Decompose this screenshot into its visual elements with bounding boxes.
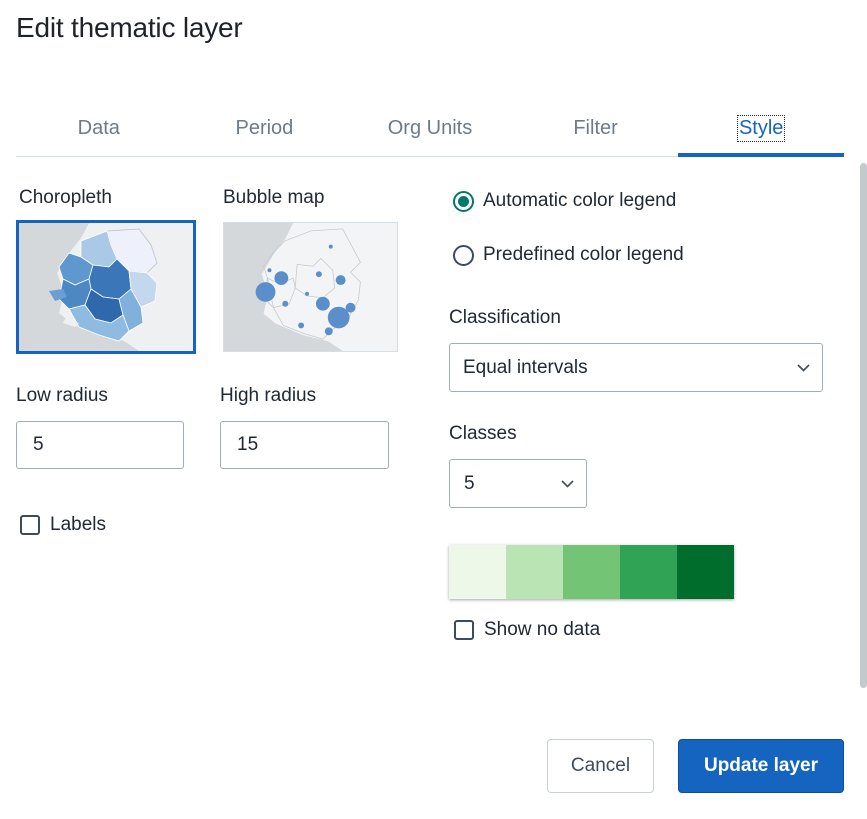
chevron-down-icon: [796, 361, 810, 375]
tab-data-label: Data: [77, 116, 120, 139]
bubble-map-image: [224, 223, 397, 351]
color-scale[interactable]: [449, 545, 734, 599]
tab-filter[interactable]: Filter: [513, 100, 679, 156]
show-no-data-checkbox[interactable]: [454, 620, 474, 640]
classification-label: Classification: [449, 307, 561, 328]
labels-checkbox-label: Labels: [50, 514, 106, 535]
automatic-legend-radio[interactable]: [453, 190, 474, 212]
high-radius-input[interactable]: 15: [220, 421, 389, 469]
dialog-title: Edit thematic layer: [16, 12, 243, 43]
update-layer-button[interactable]: Update layer: [678, 739, 844, 793]
predefined-legend-radio[interactable]: [453, 244, 474, 266]
predefined-legend-label: Predefined color legend: [483, 244, 684, 265]
tab-style-label: Style: [736, 114, 786, 142]
labels-checkbox-row[interactable]: Labels: [20, 514, 106, 536]
predefined-legend-option[interactable]: Predefined color legend: [453, 244, 684, 266]
choropleth-map-image: [19, 223, 193, 351]
choropleth-label: Choropleth: [19, 187, 112, 208]
bubble-map-label: Bubble map: [223, 187, 325, 208]
show-no-data-label: Show no data: [484, 619, 601, 640]
classes-select[interactable]: 5: [449, 459, 587, 508]
scrollbar[interactable]: [860, 163, 867, 688]
classes-value: 5: [464, 472, 475, 494]
automatic-legend-option[interactable]: Automatic color legend: [453, 190, 676, 212]
high-radius-label: High radius: [220, 385, 317, 406]
cancel-button[interactable]: Cancel: [547, 739, 654, 793]
color-swatch: [620, 545, 677, 599]
tab-style[interactable]: Style: [678, 100, 844, 157]
tab-filter-label: Filter: [573, 116, 618, 139]
color-swatch: [563, 545, 620, 599]
tab-period-label: Period: [235, 116, 294, 139]
automatic-legend-label: Automatic color legend: [483, 190, 677, 211]
choropleth-thumbnail[interactable]: [16, 220, 196, 354]
tab-period[interactable]: Period: [182, 100, 348, 156]
classification-value: Equal intervals: [463, 356, 588, 378]
classification-select[interactable]: Equal intervals: [449, 343, 823, 392]
low-radius-input[interactable]: 5: [16, 421, 184, 469]
labels-checkbox[interactable]: [20, 515, 40, 535]
show-no-data-row[interactable]: Show no data: [454, 619, 600, 641]
tab-bar: Data Period Org Units Filter Style: [16, 100, 844, 157]
tab-data[interactable]: Data: [16, 100, 182, 156]
tab-org-units-label: Org Units: [387, 116, 473, 139]
classes-label: Classes: [449, 423, 517, 444]
color-swatch: [449, 545, 506, 599]
bubble-map-thumbnail[interactable]: [223, 222, 398, 352]
tab-org-units[interactable]: Org Units: [347, 100, 513, 156]
low-radius-label: Low radius: [16, 385, 108, 406]
chevron-down-icon: [560, 477, 574, 491]
color-swatch: [677, 545, 734, 599]
color-swatch: [506, 545, 563, 599]
